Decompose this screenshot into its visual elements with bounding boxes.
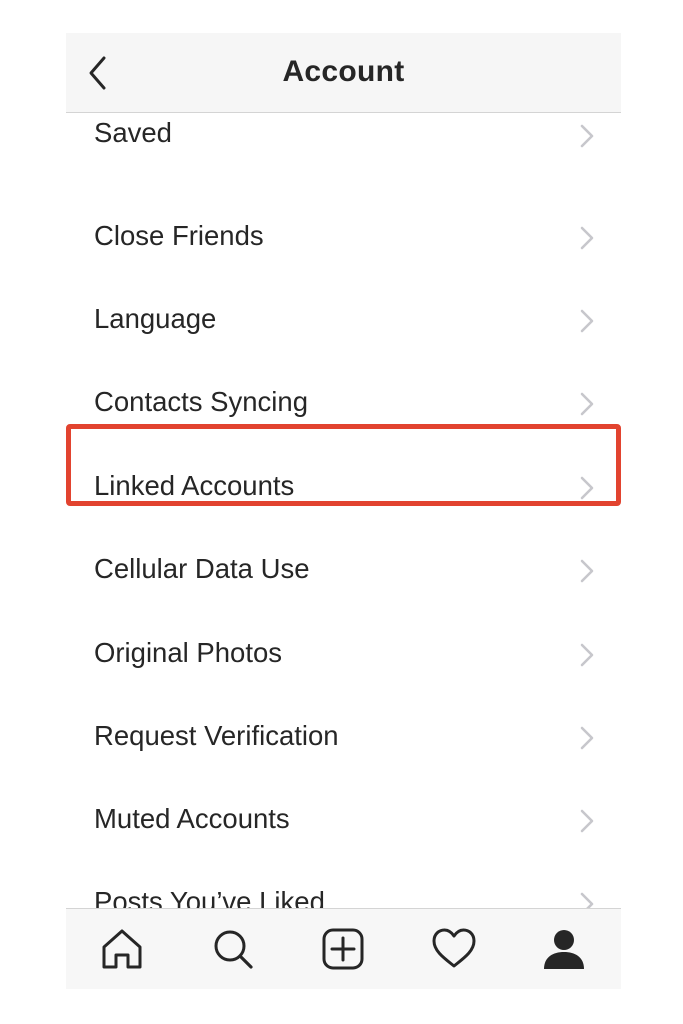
menu-item-label: Muted Accounts (94, 803, 290, 834)
chevron-right-icon (579, 475, 595, 501)
chevron-right-icon (579, 891, 595, 908)
menu-item-label: Cellular Data Use (94, 553, 310, 584)
search-icon (214, 930, 253, 969)
home-icon (102, 929, 142, 969)
menu-item-muted-accounts[interactable]: Muted Accounts (66, 780, 621, 863)
menu-item-label: Language (94, 303, 217, 334)
chevron-right-icon (579, 558, 595, 584)
chevron-right-icon (579, 123, 595, 149)
add-post-icon (322, 928, 364, 970)
nav-header: Account (66, 33, 621, 113)
settings-list: Saved Close Friends Language Contacts Sy… (66, 113, 621, 908)
menu-item-label: Posts You’ve Liked (94, 886, 325, 908)
menu-item-label: Request Verification (94, 720, 339, 751)
tab-search[interactable] (209, 925, 257, 973)
menu-item-contacts-syncing[interactable]: Contacts Syncing (66, 363, 621, 446)
menu-item-saved[interactable]: Saved (66, 113, 621, 196)
tab-profile[interactable] (540, 925, 588, 973)
menu-item-request-verification[interactable]: Request Verification (66, 697, 621, 780)
chevron-right-icon (579, 308, 595, 334)
chevron-right-icon (579, 225, 595, 251)
menu-item-cellular-data-use[interactable]: Cellular Data Use (66, 530, 621, 613)
menu-item-label: Contacts Syncing (94, 386, 308, 417)
chevron-right-icon (579, 642, 595, 668)
menu-item-close-friends[interactable]: Close Friends (66, 197, 621, 280)
tab-home[interactable] (98, 925, 146, 973)
chevron-right-icon (579, 725, 595, 751)
menu-item-posts-youve-liked[interactable]: Posts You’ve Liked (66, 863, 621, 908)
phone-screen: Account Saved Close Friends Language Con… (66, 33, 621, 989)
menu-item-label: Close Friends (94, 220, 264, 251)
tab-add-post[interactable] (319, 925, 367, 973)
menu-item-linked-accounts[interactable]: Linked Accounts (66, 447, 621, 530)
menu-item-language[interactable]: Language (66, 280, 621, 363)
chevron-right-icon (579, 808, 595, 834)
chevron-right-icon (579, 391, 595, 417)
menu-item-label: Original Photos (94, 637, 283, 668)
profile-icon (544, 930, 584, 969)
menu-item-label: Linked Accounts (94, 470, 295, 501)
tab-activity[interactable] (430, 925, 478, 973)
page-title: Account (282, 55, 405, 88)
menu-item-label: Saved (94, 117, 172, 148)
heart-icon (432, 928, 476, 968)
bottom-tab-bar (66, 908, 621, 989)
menu-item-original-photos[interactable]: Original Photos (66, 614, 621, 697)
